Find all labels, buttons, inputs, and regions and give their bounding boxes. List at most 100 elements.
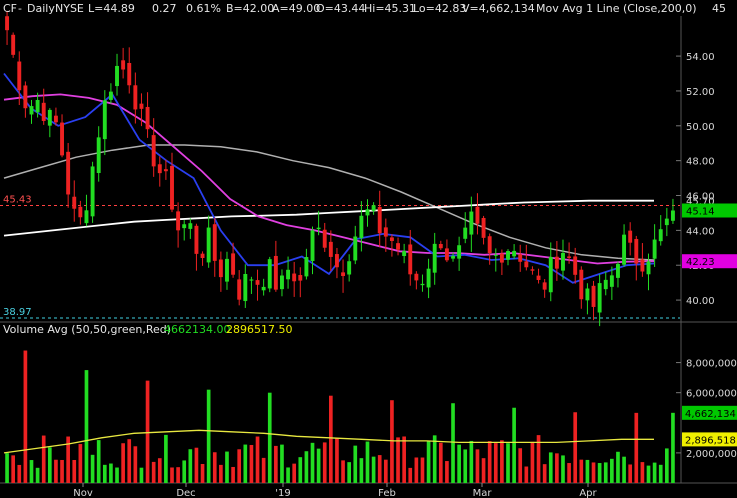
volume-bar[interactable] — [475, 449, 480, 483]
volume-bar[interactable] — [628, 464, 633, 483]
volume-bar[interactable] — [176, 467, 180, 483]
volume-bar[interactable] — [23, 350, 28, 483]
volume-bar[interactable] — [359, 458, 364, 483]
volume-bar[interactable] — [390, 400, 394, 483]
volume-bar[interactable] — [634, 412, 639, 483]
volume-bar[interactable] — [157, 458, 162, 483]
volume-bar[interactable] — [102, 464, 107, 483]
candle-body[interactable] — [573, 256, 578, 275]
candle-body[interactable] — [72, 196, 77, 209]
candle-body[interactable] — [23, 85, 28, 109]
volume-bar[interactable] — [304, 451, 309, 483]
candle-body[interactable] — [512, 250, 517, 257]
volume-bar[interactable] — [652, 462, 657, 483]
volume-bar[interactable] — [561, 455, 565, 483]
candle-body[interactable] — [438, 243, 443, 249]
candle-body[interactable] — [115, 65, 119, 87]
volume-bar[interactable] — [438, 442, 443, 483]
candle-body[interactable] — [78, 206, 83, 218]
volume-bar[interactable] — [188, 449, 193, 483]
candle-body[interactable] — [609, 275, 614, 287]
volume-bar[interactable] — [329, 395, 333, 483]
candle-body[interactable] — [469, 211, 474, 235]
volume-bar[interactable] — [249, 444, 254, 483]
candle-body[interactable] — [597, 283, 602, 313]
candle-body[interactable] — [457, 245, 462, 259]
volume-bar[interactable] — [365, 441, 370, 483]
candle-body[interactable] — [280, 275, 284, 290]
candle-body[interactable] — [139, 103, 144, 109]
volume-bar[interactable] — [280, 444, 284, 483]
volume-bar[interactable] — [414, 457, 419, 483]
candle-body[interactable] — [176, 211, 181, 231]
volume-bar[interactable] — [463, 449, 468, 483]
candle-body[interactable] — [359, 215, 364, 239]
candle-body[interactable] — [420, 283, 425, 286]
candle-body[interactable] — [298, 275, 303, 281]
volume-bar[interactable] — [5, 453, 9, 483]
candle-body[interactable] — [518, 254, 523, 262]
volume-bar[interactable] — [60, 459, 64, 483]
candle-body[interactable] — [548, 256, 553, 293]
volume-bar[interactable] — [597, 463, 602, 483]
candle-body[interactable] — [194, 225, 199, 254]
volume-bar[interactable] — [500, 440, 504, 483]
candle-body[interactable] — [493, 254, 498, 256]
volume-bar[interactable] — [555, 453, 559, 483]
candle-body[interactable] — [414, 273, 419, 281]
candle-body[interactable] — [389, 237, 394, 241]
volume-bar[interactable] — [286, 467, 290, 483]
volume-bar[interactable] — [377, 455, 382, 483]
volume-bar[interactable] — [127, 439, 132, 483]
candle-body[interactable] — [506, 251, 510, 260]
candle-body[interactable] — [41, 102, 46, 121]
candle-body[interactable] — [365, 209, 370, 216]
candle-body[interactable] — [60, 122, 64, 156]
volume-bar[interactable] — [84, 370, 89, 483]
volume-bar[interactable] — [493, 443, 498, 483]
candle-body[interactable] — [622, 234, 627, 265]
candle-body[interactable] — [273, 255, 278, 290]
volume-bar[interactable] — [17, 464, 22, 483]
candle-body[interactable] — [261, 286, 266, 291]
volume-bar[interactable] — [35, 467, 40, 483]
candle-body[interactable] — [499, 253, 504, 263]
candle-body[interactable] — [182, 224, 187, 229]
volume-bar[interactable] — [231, 466, 235, 483]
volume-bar[interactable] — [353, 445, 358, 483]
candle-body[interactable] — [255, 280, 260, 285]
candle-body[interactable] — [90, 166, 95, 217]
volume-bar[interactable] — [457, 444, 461, 483]
volume-bar[interactable] — [274, 445, 278, 483]
volume-bar[interactable] — [671, 412, 675, 483]
candle-body[interactable] — [371, 205, 376, 211]
candle-body[interactable] — [591, 285, 596, 307]
volume-bar[interactable] — [402, 436, 406, 483]
volume-bar[interactable] — [512, 407, 516, 483]
candle-body[interactable] — [231, 253, 236, 275]
volume-bar[interactable] — [47, 447, 52, 483]
candle-body[interactable] — [347, 261, 352, 275]
candle-body[interactable] — [383, 227, 388, 237]
volume-bar[interactable] — [298, 457, 303, 483]
volume-bar[interactable] — [109, 463, 113, 483]
volume-bar[interactable] — [212, 452, 217, 483]
candle-body[interactable] — [481, 217, 486, 238]
candle-body[interactable] — [84, 210, 89, 224]
volume-bar[interactable] — [665, 448, 669, 483]
candle-body[interactable] — [127, 62, 132, 86]
volume-bar[interactable] — [396, 437, 400, 483]
candle-body[interactable] — [249, 279, 254, 281]
volume-bar[interactable] — [133, 446, 138, 483]
volume-bar[interactable] — [591, 462, 596, 483]
candle-body[interactable] — [475, 206, 480, 224]
candle-body[interactable] — [243, 274, 248, 302]
candle-body[interactable] — [670, 210, 675, 221]
volume-bar[interactable] — [225, 451, 229, 483]
candle-body[interactable] — [11, 34, 16, 55]
volume-bar[interactable] — [292, 463, 297, 483]
volume-bar[interactable] — [267, 392, 272, 483]
candle-body[interactable] — [402, 251, 407, 257]
volume-bar[interactable] — [219, 464, 223, 483]
volume-bar[interactable] — [41, 435, 46, 483]
